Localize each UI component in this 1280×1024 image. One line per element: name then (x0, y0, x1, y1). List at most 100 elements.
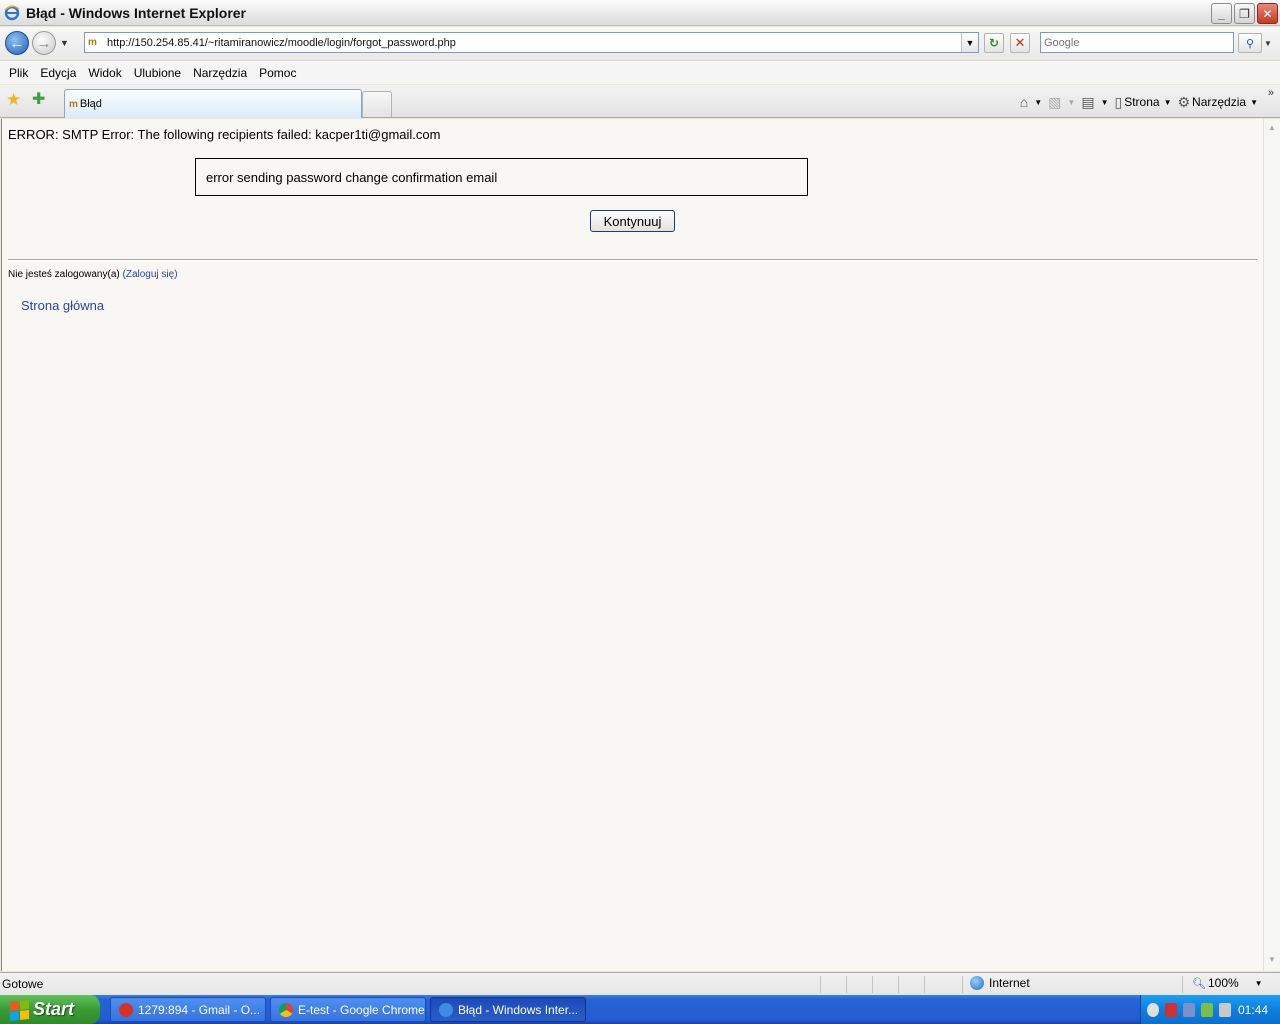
menu-tools[interactable]: Narzędzia (187, 66, 253, 80)
zone-label: Internet (989, 976, 1030, 990)
error-box: error sending password change confirmati… (195, 158, 808, 196)
scroll-down-icon[interactable]: ▼ (1266, 955, 1278, 967)
printer-icon: ▤ (1081, 93, 1095, 110)
maximize-button[interactable]: ❐ (1234, 3, 1255, 24)
status-separator (846, 976, 847, 993)
address-dropdown[interactable]: ▼ (961, 33, 978, 52)
tab-label: Błąd (79, 98, 102, 110)
tab-error[interactable]: m Błąd (64, 89, 362, 118)
more-commands-icon[interactable]: » (1268, 87, 1274, 99)
page-menu-button[interactable]: ▯ Strona ▼ (1114, 94, 1171, 111)
taskbar-item-gmail[interactable]: 1279:894 - Gmail - O... (110, 997, 266, 1022)
favorites-star-icon[interactable]: ★ (6, 91, 24, 109)
chevron-down-icon: ▼ (1254, 978, 1263, 988)
magnifier-icon: 🔍︎ (1192, 977, 1206, 990)
taskbar-item-label: E-test - Google Chrome (298, 1002, 425, 1017)
taskbar-item-label: 1279:894 - Gmail - O... (138, 1002, 261, 1017)
menu-help[interactable]: Pomoc (253, 66, 302, 80)
search-box[interactable] (1040, 32, 1234, 53)
login-link[interactable]: (Zaloguj się) (123, 269, 178, 280)
page-menu-label: Strona (1124, 95, 1160, 109)
feeds-dropdown-arrow[interactable]: ▼ (1067, 98, 1075, 107)
zoom-control[interactable]: 🔍︎ 100% ▼ (1192, 976, 1263, 990)
arrow-right-icon: → (36, 34, 52, 52)
status-bar: Gotowe Internet 🔍︎ 100% ▼ (0, 972, 1280, 995)
gear-icon: ⚙ (1177, 93, 1191, 110)
login-info-text: Nie jesteś zalogowany(a) (8, 269, 123, 280)
menu-view[interactable]: Widok (82, 66, 127, 80)
status-separator (924, 976, 925, 993)
ie-icon (439, 1002, 453, 1017)
network-icon[interactable] (1183, 1002, 1195, 1017)
taskbar-item-ie[interactable]: Błąd - Windows Inter... (430, 997, 586, 1022)
taskbar-item-label: Błąd - Windows Inter... (458, 1002, 579, 1017)
chevron-down-icon: ▼ (1163, 97, 1172, 107)
navigation-bar: ← → ▼ m http://150.254.85.41/~ritamirano… (0, 27, 1280, 59)
status-separator (962, 976, 963, 993)
menu-edit[interactable]: Edycja (34, 66, 82, 80)
back-button[interactable]: ← (5, 31, 29, 55)
address-url[interactable]: http://150.254.85.41/~ritamiranowicz/moo… (107, 37, 961, 49)
forward-button[interactable]: → (32, 31, 56, 55)
home-dropdown-arrow[interactable]: ▼ (1034, 98, 1042, 107)
new-tab-button[interactable] (362, 91, 392, 117)
status-separator (820, 976, 821, 993)
rss-icon: ▧ (1048, 93, 1062, 110)
chevron-down-icon: ▼ (1250, 97, 1258, 107)
tools-menu-label: Narzędzia (1192, 95, 1247, 109)
feeds-button[interactable]: ▧ ▼ (1048, 94, 1075, 111)
add-favorite-icon[interactable]: ✚ (32, 91, 50, 109)
window-title: Błąd - Windows Internet Explorer (26, 4, 247, 21)
moodle-site-icon: m (88, 36, 97, 48)
taskbar: Start 1279:894 - Gmail - O... E-test - G… (0, 995, 1280, 1024)
print-dropdown-arrow[interactable]: ▼ (1101, 98, 1109, 107)
close-button[interactable]: ✕ (1257, 3, 1278, 24)
opera-icon (119, 1002, 133, 1017)
refresh-button[interactable]: ↻ (984, 33, 1004, 53)
antivirus-icon[interactable] (1165, 1002, 1177, 1017)
recent-pages-dropdown[interactable]: ▼ (60, 38, 70, 48)
battery-icon[interactable] (1201, 1002, 1213, 1017)
menu-file[interactable]: Plik (3, 66, 34, 80)
login-info: Nie jesteś zalogowany(a) (Zaloguj się) (8, 269, 178, 280)
search-button[interactable]: ⚲ (1238, 33, 1262, 53)
error-box-text: error sending password change confirmati… (206, 169, 498, 185)
globe-icon (970, 976, 984, 990)
home-page-link[interactable]: Strona główna (21, 298, 104, 313)
minimize-button[interactable]: _ (1211, 3, 1232, 24)
command-bar: ⌂ ▼ ▧ ▼ ▤ ▼ ▯ Strona ▼ ⚙ Narzędzia ▼ (1020, 91, 1258, 113)
arrow-left-icon: ← (9, 34, 25, 52)
start-label: Start (33, 999, 75, 1019)
scroll-up-icon[interactable]: ▲ (1266, 123, 1278, 135)
clock: 01:44 (1237, 1002, 1268, 1017)
taskbar-item-chrome[interactable]: E-test - Google Chrome (270, 997, 426, 1022)
address-bar[interactable]: m http://150.254.85.41/~ritamiranowicz/m… (84, 32, 979, 53)
print-button[interactable]: ▤ ▼ (1081, 94, 1108, 111)
search-input[interactable] (1041, 33, 1233, 52)
tray-arrow-icon[interactable] (1147, 1002, 1159, 1017)
menu-favorites[interactable]: Ulubione (128, 66, 187, 80)
status-text: Gotowe (2, 977, 44, 991)
status-separator (898, 976, 899, 993)
zoom-level: 100% (1207, 976, 1239, 990)
smtp-error-message: ERROR: SMTP Error: The following recipie… (8, 127, 441, 142)
divider (8, 259, 1257, 261)
stop-button[interactable]: ✕ (1010, 33, 1030, 53)
start-button[interactable]: Start (0, 995, 100, 1024)
windows-logo-icon (10, 999, 29, 1021)
language-icon[interactable] (1219, 1002, 1231, 1017)
refresh-icon: ↻ (988, 36, 1000, 50)
continue-button[interactable]: Kontynuuj (590, 210, 675, 232)
search-icon: ⚲ (1245, 37, 1255, 50)
stop-icon: ✕ (1014, 35, 1026, 50)
ie-icon (4, 5, 20, 20)
search-options-dropdown[interactable]: ▼ (1262, 33, 1274, 53)
chrome-icon (279, 1002, 293, 1017)
home-button[interactable]: ⌂ ▼ (1020, 94, 1042, 110)
security-zone[interactable]: Internet (970, 976, 1030, 990)
menu-bar: Plik Edycja Widok Ulubione Narzędzia Pom… (0, 60, 1280, 84)
tools-menu-button[interactable]: ⚙ Narzędzia ▼ (1177, 94, 1258, 111)
moodle-tab-icon: m (69, 98, 78, 110)
vertical-scrollbar[interactable]: ▲ ▼ (1263, 119, 1280, 971)
home-icon: ⌂ (1019, 94, 1029, 110)
